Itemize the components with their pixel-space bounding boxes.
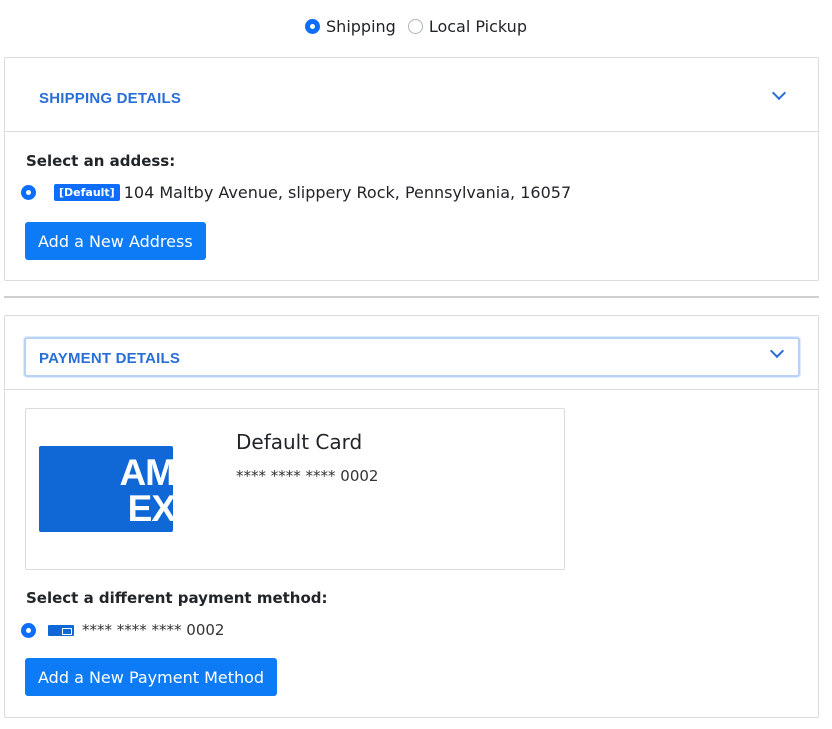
address-radio[interactable] — [21, 185, 36, 200]
payment-details-header: PAYMENT DETAILS — [5, 316, 818, 390]
address-text: 104 Maltby Avenue, slippery Rock, Pennsy… — [123, 183, 572, 202]
delivery-method-toggle: Shipping Local Pickup — [0, 17, 832, 36]
amex-card-icon — [48, 624, 74, 636]
address-option[interactable]: [Default] 104 Maltby Avenue, slippery Ro… — [21, 183, 571, 202]
payment-method-radio[interactable] — [21, 622, 36, 638]
local-pickup-option-label: Local Pickup — [428, 17, 527, 36]
default-card-number: **** **** **** 0002 — [236, 467, 379, 485]
select-payment-label: Select a different payment method: — [26, 589, 328, 607]
section-divider — [4, 296, 819, 298]
add-address-button[interactable]: Add a New Address — [25, 222, 206, 260]
shipping-details-title: SHIPPING DETAILS — [39, 90, 182, 107]
default-card-title: Default Card — [236, 430, 363, 454]
payment-method-number: **** **** **** 0002 — [82, 621, 225, 639]
shipping-option-label: Shipping — [326, 17, 396, 36]
local-pickup-option[interactable]: Local Pickup — [407, 17, 527, 36]
payment-method-option[interactable]: **** **** **** 0002 — [21, 621, 224, 639]
payment-details-toggle[interactable]: PAYMENT DETAILS — [24, 337, 800, 377]
default-badge: [Default] — [54, 184, 120, 201]
shipping-option[interactable]: Shipping — [305, 17, 396, 36]
local-pickup-radio[interactable] — [407, 19, 423, 34]
add-payment-method-button[interactable]: Add a New Payment Method — [25, 658, 278, 696]
shipping-details-card: SHIPPING DETAILS Select an addess: [Defa… — [4, 57, 819, 281]
amex-logo-line2: EX — [127, 488, 173, 529]
payment-details-title: PAYMENT DETAILS — [39, 350, 181, 367]
chevron-down-icon[interactable] — [769, 343, 785, 359]
amex-logo-line1: AM — [119, 452, 173, 493]
payment-details-card: PAYMENT DETAILS AM EX Default Card **** … — [4, 315, 819, 718]
select-address-label: Select an addess: — [26, 152, 176, 170]
amex-logo-icon: AM EX — [39, 446, 173, 532]
shipping-details-header[interactable]: SHIPPING DETAILS — [5, 58, 818, 132]
shipping-radio[interactable] — [305, 19, 321, 34]
chevron-down-icon[interactable] — [771, 85, 787, 101]
default-card-panel: AM EX Default Card **** **** **** 0002 — [25, 408, 565, 570]
